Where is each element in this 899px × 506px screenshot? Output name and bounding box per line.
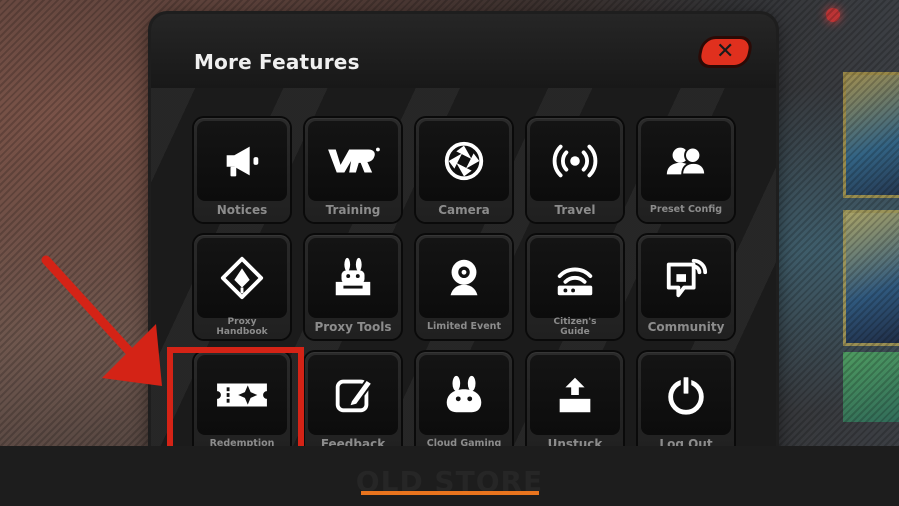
camera-aperture-icon [444, 141, 484, 181]
router-icon [557, 267, 593, 296]
feature-limited-event[interactable]: Limited Event [416, 235, 512, 339]
feature-travel[interactable]: Travel [527, 118, 623, 222]
feature-label: Camera [438, 203, 490, 217]
feature-proxy-handbook[interactable]: Proxy Handbook [194, 235, 290, 339]
feature-label: Notices [216, 203, 268, 217]
feature-label: Training [325, 203, 381, 217]
power-icon [668, 374, 704, 415]
close-icon: ✕ [715, 39, 735, 64]
feature-label: Proxy Handbook [216, 317, 268, 337]
megaphone-icon [226, 146, 259, 177]
chat-signal-icon [666, 258, 708, 298]
dialog-title: More Features [194, 50, 360, 74]
pointer-arrow [41, 255, 162, 386]
feature-preset-config[interactable]: Preset Config [638, 118, 734, 222]
webcam-icon [450, 259, 478, 296]
feature-label: Preset Config [649, 204, 723, 215]
feature-community[interactable]: Community [638, 235, 734, 339]
feature-unstuck[interactable]: Unstuck [527, 352, 623, 456]
cloud-creature-icon [446, 375, 482, 413]
feature-label: Limited Event [427, 321, 501, 332]
feature-feedback[interactable]: Feedback [305, 352, 401, 456]
feature-camera[interactable]: Camera [416, 118, 512, 222]
feature-proxy-tools[interactable]: Proxy Tools [305, 235, 401, 339]
tab-underline [361, 491, 539, 495]
feature-citizens-guide[interactable]: Citizen's Guide [527, 235, 623, 339]
upload-box-icon [559, 377, 591, 413]
feature-cloud-gaming[interactable]: Cloud Gaming [416, 352, 512, 456]
vr-icon [328, 147, 380, 173]
broadcast-icon [552, 144, 598, 178]
users-icon [666, 146, 707, 176]
edit-icon [335, 378, 374, 413]
feature-notices[interactable]: Notices [194, 118, 290, 222]
bunny-box-icon [335, 257, 371, 296]
feature-label: Citizen's Guide [553, 317, 597, 337]
feature-log-out[interactable]: Log Out [638, 352, 734, 456]
feature-training[interactable]: Training [305, 118, 401, 222]
feature-label: Travel [554, 203, 596, 217]
feature-label: Community [647, 320, 725, 334]
handbook-icon [220, 256, 264, 300]
feature-label: Proxy Tools [314, 320, 392, 334]
